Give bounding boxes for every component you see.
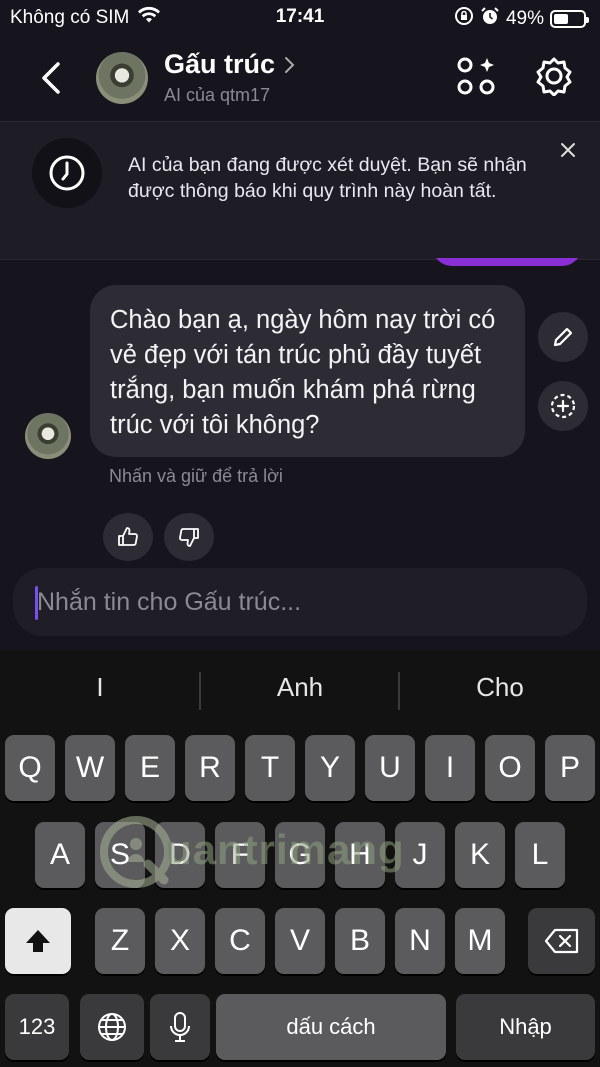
key-b[interactable]: B (335, 908, 385, 974)
battery-percent: 49% (505, 8, 544, 29)
like-button[interactable] (103, 513, 153, 561)
key-m[interactable]: M (455, 908, 505, 974)
alarm-icon (480, 6, 500, 32)
thumbs-down-icon (179, 528, 199, 547)
key-h[interactable]: H (335, 822, 385, 888)
thumbs-up-icon (118, 527, 138, 546)
key-n[interactable]: N (395, 908, 445, 974)
message-avatar (25, 413, 71, 459)
shift-key[interactable] (5, 908, 71, 974)
reply-hint: Nhấn và giữ để trả lời (109, 466, 283, 486)
key-t[interactable]: T (245, 735, 295, 801)
space-key[interactable]: dấu cách (216, 994, 446, 1060)
pencil-icon (553, 327, 573, 347)
key-y[interactable]: Y (305, 735, 355, 801)
settings-icon (536, 57, 572, 97)
dislike-button[interactable] (164, 513, 214, 561)
key-f[interactable]: F (215, 822, 265, 888)
clock-icon (32, 138, 102, 208)
key-x[interactable]: X (155, 908, 205, 974)
key-r[interactable]: R (185, 735, 235, 801)
numbers-key[interactable]: 123 (5, 994, 69, 1060)
apps-sparkle-icon (457, 57, 495, 95)
backspace-key[interactable] (528, 908, 595, 974)
rotation-lock-icon (454, 6, 474, 32)
key-a[interactable]: A (35, 822, 85, 888)
key-z[interactable]: Z (95, 908, 145, 974)
message-text: Chào bạn ạ, ngày hôm nay trời có vẻ đẹp … (110, 306, 496, 439)
suggestion-1[interactable]: I (0, 672, 200, 703)
microphone-icon (170, 1012, 190, 1042)
key-v[interactable]: V (275, 908, 325, 974)
avatar[interactable] (96, 52, 148, 104)
chat-header: Gấu trúc AI của qtm17 (0, 36, 600, 122)
backspace-icon (544, 928, 578, 954)
add-circle-icon (550, 393, 576, 419)
key-o[interactable]: O (485, 735, 535, 801)
key-g[interactable]: G (275, 822, 325, 888)
ai-message-bubble[interactable]: Chào bạn ạ, ngày hôm nay trời có vẻ đẹp … (90, 285, 525, 457)
message-composer[interactable] (13, 568, 587, 636)
notice-text: AI của bạn đang được xét duyệt. Bạn sẽ n… (128, 154, 527, 202)
key-c[interactable]: C (215, 908, 265, 974)
chevron-right-icon (285, 56, 295, 73)
key-k[interactable]: K (455, 822, 505, 888)
key-d[interactable]: D (155, 822, 205, 888)
close-notice-button[interactable] (556, 138, 580, 162)
key-s[interactable]: S (95, 822, 145, 888)
close-icon (561, 143, 575, 157)
message-input[interactable] (37, 582, 557, 622)
suggestion-3[interactable]: Cho (400, 672, 600, 703)
key-u[interactable]: U (365, 735, 415, 801)
key-i[interactable]: I (425, 735, 475, 801)
globe-key[interactable] (80, 994, 144, 1060)
edit-message-button[interactable] (538, 312, 588, 362)
key-p[interactable]: P (545, 735, 595, 801)
key-l[interactable]: L (515, 822, 565, 888)
shift-icon (26, 930, 50, 952)
review-notice: AI của bạn đang được xét duyệt. Bạn sẽ n… (0, 122, 600, 260)
key-j[interactable]: J (395, 822, 445, 888)
battery-icon (550, 10, 589, 28)
apps-button[interactable] (456, 56, 496, 96)
suggestion-bar: I Anh Cho (0, 650, 600, 730)
dictation-key[interactable] (150, 994, 210, 1060)
settings-button[interactable] (534, 56, 574, 97)
back-icon (42, 62, 60, 94)
profile-link[interactable]: Gấu trúc (164, 49, 295, 80)
status-right: 49% (454, 6, 589, 32)
page-subtitle: AI của qtm17 (164, 85, 271, 105)
status-bar: Không có SIM 17:41 49% (0, 0, 600, 36)
on-screen-keyboard: I Anh Cho Q W E R T Y U I O P A S D F G … (0, 650, 600, 1067)
key-e[interactable]: E (125, 735, 175, 801)
return-key[interactable]: Nhập (456, 994, 595, 1060)
page-title: Gấu trúc (164, 49, 276, 79)
key-w[interactable]: W (65, 735, 115, 801)
add-message-button[interactable] (538, 381, 588, 431)
globe-icon (98, 1013, 126, 1041)
suggestion-2[interactable]: Anh (200, 672, 400, 703)
battery-level (554, 14, 568, 24)
back-button[interactable] (34, 56, 74, 100)
key-q[interactable]: Q (5, 735, 55, 801)
